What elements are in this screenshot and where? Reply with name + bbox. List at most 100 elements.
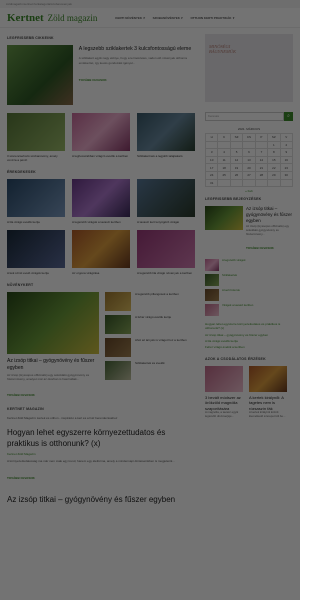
- article-image[interactable]: [137, 113, 195, 151]
- article-card[interactable]: A legszebb virágok a tavaszi kertben: [72, 179, 130, 224]
- recent-link[interactable]: A lila virágú évelők kertje: [205, 339, 293, 343]
- sidebar: MINŐSÉGI BÁGYNEMŰK Keresés ⌕ 2021. MÁRCI…: [204, 34, 294, 508]
- calendar-day: [267, 178, 281, 188]
- calendar-day: 31: [204, 178, 219, 188]
- article-title[interactable]: 3 szerencsehozó szobanövény, amely vonzz…: [7, 154, 65, 162]
- popular-title[interactable]: Az izsóp titkai – gyógynövény és fűszer …: [246, 206, 293, 224]
- site-name[interactable]: Zöld magazin: [48, 13, 98, 23]
- slider-image[interactable]: [205, 366, 243, 393]
- calendar-day: 24: [204, 170, 219, 180]
- search-form: Keresés ⌕: [205, 112, 293, 121]
- read-more-link[interactable]: TOVÁBB OLVASOK: [7, 393, 35, 397]
- article-card[interactable]: Az orgona virágzása: [72, 230, 130, 275]
- slider-item[interactable]: A kertek királynői: A tagetes nem is róz…: [249, 366, 287, 418]
- list-title[interactable]: Ahol az árnyék is virágot hoz a kertben: [135, 338, 187, 357]
- popular-excerpt: Az izsóp (Hyssopus officinalis) egy soko…: [246, 224, 290, 237]
- list-image[interactable]: [105, 338, 131, 357]
- list-image[interactable]: [105, 361, 131, 380]
- url-bar[interactable]: zoldmagazin.kertnet.hu/kategoria/szobano…: [0, 0, 300, 8]
- list-image[interactable]: [105, 292, 131, 311]
- article-image[interactable]: [137, 179, 195, 217]
- list-title[interactable]: A fehér virágú évelők kertje: [135, 315, 171, 334]
- slider-item[interactable]: 3 bevált módszer az örökzöld magnólia sz…: [205, 366, 243, 418]
- small-post-title[interactable]: A legszebb virágok: [222, 258, 245, 271]
- small-post[interactable]: A legszebb virágok: [205, 258, 293, 272]
- recent-link[interactable]: Hogyan lehet egyszerre környezettudatos …: [205, 322, 293, 330]
- small-post[interactable]: Sziklakertek: [205, 273, 293, 287]
- calendar-day: [204, 140, 219, 150]
- article-title[interactable]: A kék színű évelő virágok kertje: [7, 271, 65, 275]
- small-post-image[interactable]: [205, 304, 219, 317]
- article-image[interactable]: [7, 113, 65, 151]
- article-card[interactable]: A kék színű évelő virágok kertje: [7, 230, 65, 275]
- hero-title[interactable]: A legszebb sziklakertek 3 kulcsfontosság…: [79, 46, 197, 53]
- list-item[interactable]: Sziklakertek és évelők: [105, 361, 187, 380]
- article-image[interactable]: [137, 230, 195, 268]
- small-post-image[interactable]: [205, 274, 219, 287]
- list-title[interactable]: A legszebb pillangósok a kertben: [135, 292, 179, 311]
- calendar-day: 27: [242, 170, 256, 180]
- article-card[interactable]: A lila virágú évelők kertje: [7, 179, 65, 224]
- search-input[interactable]: Keresés: [205, 112, 284, 121]
- calendar-day: 28: [254, 170, 269, 180]
- calendar-day: [217, 178, 231, 188]
- calendar-day: 21: [254, 163, 269, 172]
- small-post-title[interactable]: A kerti bútorok: [222, 288, 240, 301]
- nav-item-otthon[interactable]: OTTHON KERTI PRAKTIKÁK ▾: [190, 16, 234, 20]
- article-card[interactable]: Sziklakertnek a legjobb talajtakaró: [137, 113, 195, 162]
- read-more-link[interactable]: TOVÁBB OLVASOK: [7, 476, 35, 480]
- read-more-link[interactable]: TOVÁBB OLVASOK: [246, 246, 274, 250]
- magazine-article-title-2[interactable]: Az izsóp titkai – gyógynövény és fűszer …: [7, 494, 197, 505]
- slider-image[interactable]: [249, 366, 287, 393]
- calendar-day-header: SZ: [229, 133, 244, 142]
- calendar-prev-link[interactable]: « Feb: [205, 189, 293, 193]
- article-image[interactable]: [7, 179, 65, 217]
- ad-banner[interactable]: MINŐSÉGI BÁGYNEMŰK: [205, 34, 293, 102]
- article-title[interactable]: A legszebb virágok a tavaszi kertben: [72, 220, 130, 224]
- small-post-title[interactable]: Sziklakertek: [222, 273, 237, 286]
- list-title[interactable]: Sziklakertek és évelők: [135, 361, 165, 380]
- list-image[interactable]: [105, 315, 131, 334]
- recent-link[interactable]: Fehér virágú évelők a kertben: [205, 345, 293, 349]
- small-post-image[interactable]: [205, 259, 219, 272]
- small-post-title[interactable]: Virágok a tavaszi kertben: [222, 303, 253, 316]
- small-post[interactable]: A kerti bútorok: [205, 288, 293, 302]
- article-image[interactable]: [7, 230, 65, 268]
- article-title[interactable]: A tavaszi kert lenyűgöző virágai: [137, 220, 195, 224]
- article-image[interactable]: [72, 113, 130, 151]
- featured-title[interactable]: Az izsóp titkai – gyógynövény és fűszer …: [7, 358, 99, 371]
- article-image[interactable]: [72, 230, 130, 268]
- article-image[interactable]: [72, 179, 130, 217]
- article-title[interactable]: A leghosszabban virágzó évelők a kertben: [72, 154, 130, 158]
- article-title[interactable]: Sziklakertnek a legjobb talajtakaró: [137, 154, 195, 158]
- list-item[interactable]: Ahol az árnyék is virágot hoz a kertben: [105, 338, 187, 357]
- site-logo[interactable]: Kertnet: [7, 12, 44, 24]
- article-author[interactable]: Kertnet Zöld Magazin: [7, 452, 197, 456]
- article-card[interactable]: 3 szerencsehozó szobanövény, amely vonzz…: [7, 113, 65, 162]
- calendar-day: 23: [279, 163, 294, 172]
- read-more-link[interactable]: TOVÁBB OLVASOK: [79, 78, 107, 82]
- featured-image[interactable]: [7, 292, 99, 354]
- article-card[interactable]: A leghosszabban virágzó évelők a kertben: [72, 113, 130, 162]
- article-title[interactable]: A lila virágú évelők kertje: [7, 220, 65, 224]
- calendar-day: [254, 178, 269, 188]
- slider-title[interactable]: A kertek királynői: A tagetes nem is róz…: [249, 395, 287, 411]
- slider-title[interactable]: 3 bevált módszer az örökzöld magnólia sz…: [205, 395, 243, 411]
- article-title[interactable]: A legszebb lila virágú növények a kertbe…: [137, 271, 195, 275]
- list-item[interactable]: A fehér virágú évelők kertje: [105, 315, 187, 334]
- small-post-image[interactable]: [205, 289, 219, 302]
- article-card[interactable]: A legszebb lila virágú növények a kertbe…: [137, 230, 195, 275]
- small-post[interactable]: Virágok a tavaszi kertben: [205, 303, 293, 317]
- nav-item-kerti[interactable]: KERTI NÖVÉNYEK ▾: [115, 16, 144, 20]
- article-card[interactable]: A tavaszi kert lenyűgöző virágai: [137, 179, 195, 224]
- recent-link[interactable]: Az izsóp titkai – gyógynövény és fűszer …: [205, 333, 293, 337]
- popular-image[interactable]: [205, 206, 243, 231]
- nav-item-szoba[interactable]: SZOBANÖVÉNYEK ▾: [153, 16, 183, 20]
- search-icon[interactable]: ⌕: [284, 112, 293, 121]
- list-item[interactable]: A legszebb pillangósok a kertben: [105, 292, 187, 311]
- article-title[interactable]: Az orgona virágzása: [72, 271, 130, 275]
- hero-image[interactable]: [7, 45, 73, 105]
- calendar-day: 16: [279, 155, 294, 165]
- magazine-article-title[interactable]: Hogyan lehet egyszerre környezettudatos …: [7, 427, 197, 449]
- calendar-day: 22: [267, 163, 281, 172]
